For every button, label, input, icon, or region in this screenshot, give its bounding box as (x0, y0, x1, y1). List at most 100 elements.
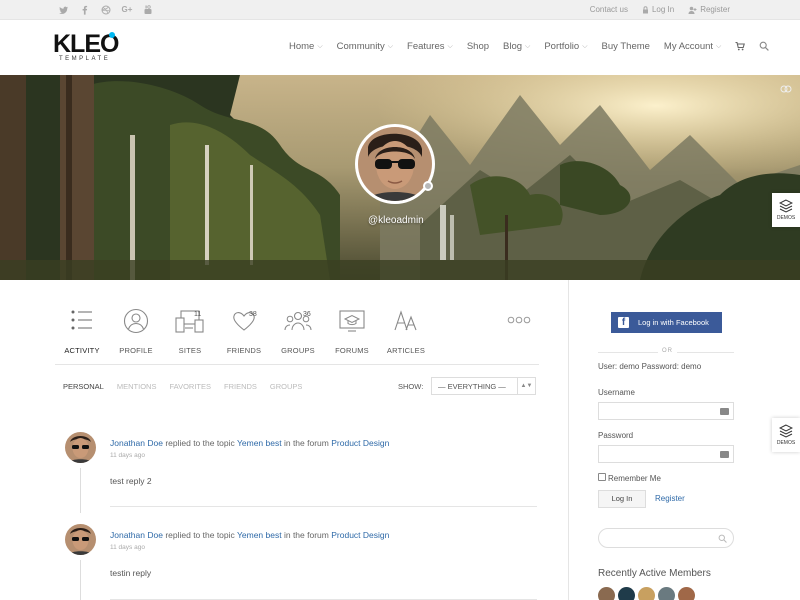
google-plus-icon[interactable]: G+ (121, 4, 133, 16)
activity-topic-link[interactable]: Yemen best (237, 438, 282, 448)
activity-avatar[interactable] (65, 432, 96, 463)
top-login-link[interactable]: Log In (642, 5, 674, 14)
tab-activity-label: ACTIVITY (64, 346, 100, 355)
member-avatar[interactable] (598, 587, 615, 600)
activity-forum-link[interactable]: Product Design (331, 530, 389, 540)
activity-mid-text: in the forum (283, 438, 329, 448)
facebook-login-button[interactable]: f Log in with Facebook (611, 312, 722, 333)
or-text: OR (658, 348, 677, 354)
layers-icon (779, 424, 793, 438)
show-filter-label: SHOW: (398, 382, 424, 391)
activity-mid-text: in the forum (283, 530, 329, 540)
login-button[interactable]: Log In (598, 490, 646, 508)
demos-label: DEMOS (776, 215, 796, 221)
subnav-mentions[interactable]: MENTIONS (117, 382, 157, 391)
select-arrows-icon: ▲▼ (517, 378, 535, 394)
add-user-icon (688, 6, 697, 14)
tab-activity[interactable]: ACTIVITY (55, 308, 109, 364)
facebook-icon[interactable] (79, 4, 91, 16)
password-input[interactable] (598, 445, 734, 463)
activity-user-link[interactable]: Jonathan Doe (110, 530, 163, 540)
remember-me-checkbox[interactable] (598, 473, 606, 481)
member-avatar[interactable] (638, 587, 655, 600)
activity-forum-link[interactable]: Product Design (331, 438, 389, 448)
chevron-down-icon: ⌵ (387, 42, 394, 50)
activity-item: Jonathan Doe replied to the topic Yemen … (63, 524, 538, 600)
remember-me-label[interactable]: Remember Me (608, 474, 661, 483)
nav-shop-label: Shop (466, 41, 490, 52)
demos-button-bottom[interactable]: DEMOS (772, 418, 800, 452)
tabs-more-button[interactable] (499, 308, 539, 364)
nav-buy-theme[interactable]: Buy Theme (602, 41, 650, 52)
activity-action-text: replied to the topic (165, 530, 235, 540)
subnav-personal[interactable]: PERSONAL (63, 382, 104, 391)
nav-blog[interactable]: Blog ⌵ (503, 41, 530, 52)
profile-handle[interactable]: @kleoadmin (368, 215, 424, 226)
search-icon (718, 534, 727, 543)
forums-cap-icon (339, 310, 365, 332)
subnav-groups[interactable]: GROUPS (270, 382, 303, 391)
tab-sites[interactable]: 11 SITES (163, 308, 217, 364)
username-label: Username (598, 388, 635, 397)
activity-action-text: replied to the topic (165, 438, 235, 448)
password-label: Password (598, 431, 634, 440)
tab-profile[interactable]: PROFILE (109, 308, 163, 364)
sidebar-search-input[interactable] (598, 528, 734, 548)
tab-forums[interactable]: FORUMS (325, 308, 379, 364)
nav-portfolio[interactable]: Portfolio ⌵ (544, 41, 587, 52)
subnav-friends[interactable]: FRIENDS (224, 382, 257, 391)
twitter-icon[interactable] (58, 4, 70, 16)
online-status-indicator (423, 181, 433, 191)
toggle-icon[interactable] (780, 85, 792, 93)
activity-time[interactable]: 11 days ago (110, 544, 145, 551)
activity-content: testin reply (110, 568, 152, 578)
tab-groups[interactable]: 36 GROUPS (271, 308, 325, 364)
nav-buy-theme-label: Buy Theme (601, 41, 650, 52)
nav-features[interactable]: Features ⌵ (407, 41, 453, 52)
top-register-label: Register (700, 5, 730, 14)
tab-friends[interactable]: 38 FRIENDS (217, 308, 271, 364)
site-logo[interactable]: KLEO TEMPLATE (53, 32, 119, 63)
activity-avatar[interactable] (65, 524, 96, 555)
tab-friends-count: 38 (249, 311, 257, 318)
tab-articles-label: ARTICLES (386, 346, 426, 355)
activity-time[interactable]: 11 days ago (110, 452, 145, 459)
chevron-down-icon: ⌵ (447, 42, 453, 50)
nav-features-label: Features (407, 41, 445, 52)
activity-item: Jonathan Doe replied to the topic Yemen … (63, 432, 538, 513)
member-avatar[interactable] (658, 587, 675, 600)
top-bar: G+ Contact us Log In Register (0, 0, 800, 20)
register-link[interactable]: Register (655, 494, 685, 503)
activity-header: Jonathan Doe replied to the topic Yemen … (110, 438, 389, 448)
key-icon (720, 408, 729, 415)
show-filter-value: — EVERYTHING — (438, 382, 506, 391)
nav-home[interactable]: Home ⌵ (289, 41, 323, 52)
nav-my-account[interactable]: My Account ⌵ (664, 41, 721, 52)
username-input[interactable] (598, 402, 734, 420)
tab-articles[interactable]: ARTICLES (379, 308, 433, 364)
subnav-favorites[interactable]: FAVORITES (169, 382, 211, 391)
demo-credentials: User: demo Password: demo (598, 362, 702, 371)
dribbble-icon[interactable] (100, 4, 112, 16)
activity-user-link[interactable]: Jonathan Doe (110, 438, 163, 448)
youtube-icon[interactable] (142, 4, 154, 16)
member-avatar[interactable] (618, 587, 635, 600)
demos-button-top[interactable]: DEMOS (772, 193, 800, 227)
contact-link[interactable]: Contact us (590, 5, 628, 14)
tab-groups-count: 36 (303, 311, 311, 318)
activity-topic-link[interactable]: Yemen best (237, 530, 282, 540)
top-login-label: Log In (651, 5, 675, 14)
search-icon[interactable] (759, 41, 770, 52)
nav-shop[interactable]: Shop (467, 41, 489, 52)
chevron-down-icon: ⌵ (582, 42, 588, 50)
member-avatar[interactable] (678, 587, 695, 600)
show-filter-select[interactable]: — EVERYTHING — ▲▼ (431, 377, 536, 395)
site-header: KLEO TEMPLATE Home ⌵ Community ⌵ Features ⌵… (0, 20, 800, 75)
nav-community[interactable]: Community ⌵ (337, 41, 393, 52)
top-register-link[interactable]: Register (688, 5, 730, 14)
cart-icon[interactable] (735, 41, 746, 52)
profile-avatar[interactable] (355, 124, 435, 204)
nav-home-label: Home (289, 41, 315, 52)
more-dots-icon (507, 316, 531, 324)
activity-subnav: PERSONAL MENTIONS FAVORITES FRIENDS GROU… (63, 382, 302, 391)
